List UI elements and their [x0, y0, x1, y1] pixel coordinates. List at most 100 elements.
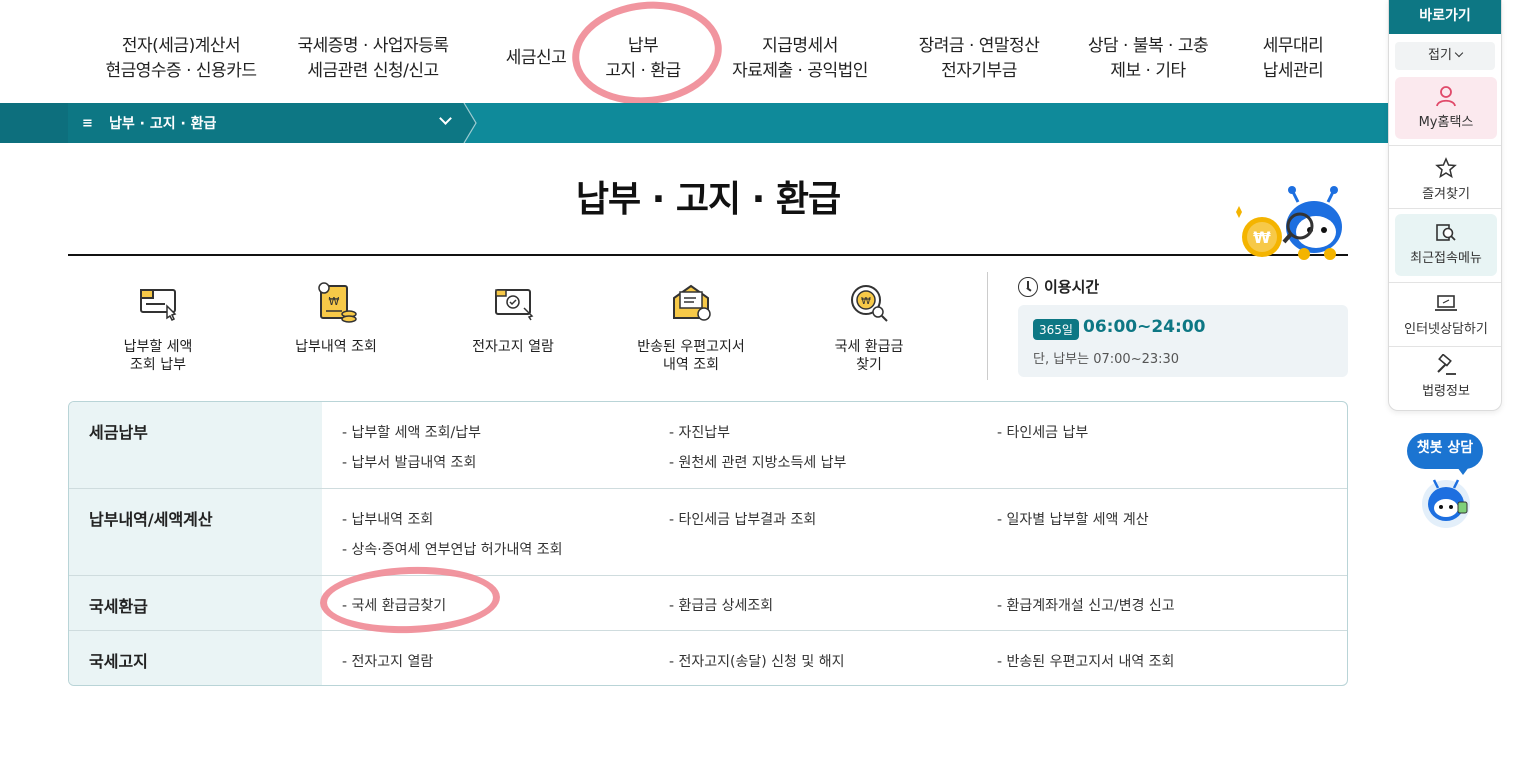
svg-text:₩: ₩ — [1253, 228, 1271, 247]
star-icon — [1435, 157, 1457, 179]
nav-e-invoice[interactable]: 전자(세금)계산서 현금영수증 · 신용카드 — [86, 34, 276, 84]
table-row: 국세환급 - 국세 환급금찾기 - 환급금 상세조회 - 환급계좌개설 신고/변… — [69, 575, 1347, 630]
menu-link[interactable]: - 일자별 납부할 세액 계산 — [997, 509, 1149, 529]
menu-link[interactable]: - 환급계좌개설 신고/변경 신고 — [997, 595, 1175, 615]
quick-link-refund-search[interactable]: ₩ 국세 환급금 찾기 — [789, 280, 949, 374]
category-label: 국세환급 — [69, 576, 322, 630]
sidebar-item-label: My홈택스 — [1418, 115, 1474, 130]
gavel-icon — [1437, 354, 1456, 375]
nav-tax-filing[interactable]: 세금신고 — [486, 46, 586, 71]
menu-link[interactable]: - 타인세금 납부 — [997, 422, 1088, 442]
sidebar-item-my-hometax[interactable]: My홈택스 — [1395, 77, 1497, 139]
category-label: 국세고지 — [69, 631, 322, 685]
sidebar-divider — [1389, 282, 1501, 283]
e-notice-icon — [495, 289, 534, 321]
quick-link-label: 납부할 세액 — [123, 339, 193, 355]
nav-label: 납세관리 — [1262, 61, 1324, 81]
service-hours-sub: 단, 납부는 07:00~23:30 — [1033, 352, 1180, 367]
nav-payment[interactable]: 납부 고지 · 환급 — [583, 34, 703, 84]
section-divider — [987, 272, 988, 380]
menu-link[interactable]: - 자진납부 — [669, 422, 730, 442]
quick-link-label: 국세 환급금 — [834, 339, 904, 355]
sidebar-item-recent-menu[interactable]: 최근접속메뉴 — [1395, 214, 1497, 276]
breadcrumb-separator-icon — [462, 103, 477, 143]
mascot-illustration: ₩ — [1236, 186, 1342, 260]
recent-menu-icon — [1436, 224, 1456, 241]
sidebar-divider — [1389, 208, 1501, 209]
quick-link-label: 찾기 — [856, 357, 882, 373]
menu-link[interactable]: - 환급금 상세조회 — [669, 595, 773, 615]
sidebar-divider — [1389, 145, 1501, 146]
quick-link-label: 반송된 우편고지서 — [637, 339, 745, 355]
quick-link-returned-mail[interactable]: 반송된 우편고지서 내역 조회 — [611, 280, 771, 374]
nav-label: 현금영수증 · 신용카드 — [105, 61, 257, 81]
menu-link[interactable]: - 상속·증여세 연부연납 허가내역 조회 — [342, 539, 563, 559]
nav-label: 세무대리 — [1262, 36, 1324, 56]
nav-label: 장려금 · 연말정산 — [918, 36, 1040, 56]
quick-link-tax-payment[interactable]: 납부할 세액 조회 납부 — [78, 280, 238, 374]
quick-link-label: 내역 조회 — [663, 357, 719, 373]
nav-label: 세금관련 신청/신고 — [307, 61, 439, 81]
table-row: 납부내역/세액계산 - 납부내역 조회 - 타인세금 납부결과 조회 - 일자별… — [69, 488, 1347, 575]
refund-search-link[interactable]: - 국세 환급금찾기 — [342, 595, 446, 615]
sidebar-title: 바로가기 — [1389, 0, 1501, 34]
chevron-down-icon — [439, 112, 452, 125]
menu-icon: ≡ — [82, 115, 93, 131]
nav-label: 국세증명 · 사업자등록 — [297, 36, 449, 56]
nav-label: 제보 · 기타 — [1110, 61, 1186, 81]
sidebar-item-favorites[interactable]: 즐겨찾기 — [1395, 157, 1497, 202]
table-row: 국세고지 - 전자고지 열람 - 전자고지(송달) 신청 및 해지 - 반송된 … — [69, 630, 1347, 685]
breadcrumb-bar-left — [0, 103, 68, 143]
nav-label: 세금신고 — [505, 48, 567, 68]
title-divider — [68, 254, 1348, 256]
clock-icon — [1018, 276, 1038, 297]
nav-certificate[interactable]: 국세증명 · 사업자등록 세금관련 신청/신고 — [278, 34, 468, 84]
nav-consult[interactable]: 상담 · 불복 · 고충 제보 · 기타 — [1068, 34, 1228, 84]
svg-text:₩: ₩ — [861, 296, 871, 307]
top-navigation: 전자(세금)계산서 현금영수증 · 신용카드 국세증명 · 사업자등록 세금관련… — [68, 0, 1348, 103]
sidebar-divider — [1389, 346, 1501, 347]
returned-mail-icon — [673, 284, 711, 321]
menu-link[interactable]: - 전자고지(송달) 신청 및 해지 — [669, 651, 844, 671]
nav-statement[interactable]: 지급명세서 자료제출 · 공익법인 — [705, 34, 895, 84]
refund-search-icon: ₩ — [851, 285, 888, 322]
nav-label: 납부 — [627, 36, 659, 56]
365-badge: 365일 — [1033, 319, 1079, 340]
sidebar-item-law-info[interactable]: 법령정보 — [1395, 354, 1497, 399]
nav-label: 지급명세서 — [762, 36, 838, 56]
fold-label: 접기 — [1428, 48, 1452, 63]
service-hours-title: 이용시간 — [1018, 276, 1099, 297]
breadcrumb[interactable]: ≡ 납부 · 고지 · 환급 — [68, 103, 464, 143]
menu-table: 세금납부 - 납부할 세액 조회/납부 - 자진납부 - 타인세금 납부 - 납… — [68, 401, 1348, 686]
category-label: 세금납부 — [69, 402, 322, 488]
menu-link[interactable]: - 타인세금 납부결과 조회 — [669, 509, 816, 529]
menu-link[interactable]: - 납부내역 조회 — [342, 509, 433, 529]
tax-payment-icon — [140, 289, 177, 322]
chatbot-mascot-icon[interactable] — [1418, 474, 1474, 530]
sidebar-item-label: 최근접속메뉴 — [1410, 251, 1482, 266]
quick-link-payment-history[interactable]: ₩ 납부내역 조회 — [256, 280, 416, 356]
sidebar-item-label: 인터넷상담하기 — [1404, 322, 1488, 337]
nav-label: 전자기부금 — [941, 61, 1017, 81]
quick-link-label: 전자고지 열람 — [472, 339, 554, 355]
fold-button[interactable]: 접기 — [1395, 42, 1495, 70]
sidebar-item-online-consult[interactable]: 인터넷상담하기 — [1395, 294, 1497, 337]
quick-link-e-notice[interactable]: 전자고지 열람 — [433, 280, 593, 356]
menu-link[interactable]: - 납부할 세액 조회/납부 — [342, 422, 481, 442]
nav-agent[interactable]: 세무대리 납세관리 — [1238, 34, 1348, 84]
menu-link[interactable]: - 납부서 발급내역 조회 — [342, 452, 476, 472]
menu-link[interactable]: - 전자고지 열람 — [342, 651, 433, 671]
menu-link[interactable]: - 반송된 우편고지서 내역 조회 — [997, 651, 1174, 671]
menu-link[interactable]: - 원천세 관련 지방소득세 납부 — [669, 452, 846, 472]
nav-label: 상담 · 불복 · 고충 — [1087, 36, 1209, 56]
chatbot-button[interactable]: 챗봇 상담 — [1407, 433, 1483, 475]
chevron-down-icon — [1454, 48, 1464, 58]
breadcrumb-label: 납부 · 고지 · 환급 — [109, 116, 217, 132]
chatbot-label: 챗봇 상담 — [1416, 440, 1474, 456]
quick-link-label: 조회 납부 — [130, 357, 186, 373]
nav-incentive[interactable]: 장려금 · 연말정산 전자기부금 — [884, 34, 1074, 84]
service-hours-box: 365일 06:00~24:00 단, 납부는 07:00~23:30 — [1018, 305, 1348, 377]
laptop-icon — [1435, 295, 1457, 311]
category-label: 납부내역/세액계산 — [69, 489, 322, 575]
svg-text:₩: ₩ — [329, 295, 340, 308]
